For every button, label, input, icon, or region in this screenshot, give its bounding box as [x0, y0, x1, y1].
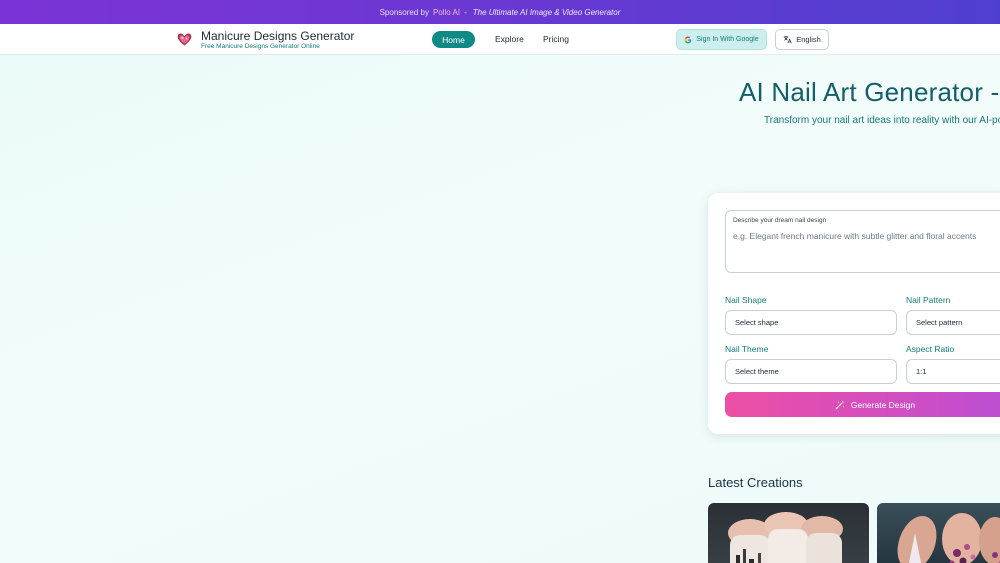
sponsor-brand-link[interactable]: Pollo AI — [433, 8, 460, 17]
site-title[interactable]: Manicure Designs Generator — [201, 29, 354, 43]
sponsor-bar: Sponsored by Pollo AI - The Ultimate AI … — [0, 0, 1000, 24]
generator-form-card: Describe your dream nail design Nail Sha… — [708, 193, 1000, 434]
language-label: English — [796, 35, 821, 44]
nail-photo-image — [897, 513, 1000, 563]
sign-in-label: Sign In With Google — [696, 36, 759, 43]
creation-thumbnail[interactable] — [877, 503, 1000, 563]
prompt-label: Describe your dream nail design — [733, 217, 827, 224]
generate-label: Generate Design — [850, 399, 916, 410]
aspect-ratio-select[interactable]: 1:1 — [906, 359, 1000, 384]
aspect-ratio-label: Aspect Ratio — [906, 344, 955, 354]
creation-thumbnail[interactable] — [708, 503, 869, 563]
nail-shape-value: Select shape — [735, 318, 779, 327]
nail-theme-value: Select theme — [735, 367, 779, 376]
heart-nail-logo-icon[interactable] — [176, 31, 193, 48]
latest-creations-heading: Latest Creations — [708, 475, 803, 490]
prompt-textarea[interactable]: Describe your dream nail design — [725, 210, 1000, 273]
sponsor-separator: - — [464, 7, 467, 17]
nav-pricing[interactable]: Pricing — [543, 34, 569, 44]
translate-icon — [783, 36, 792, 44]
nail-pattern-label: Nail Pattern — [906, 295, 951, 305]
magic-wand-icon — [835, 400, 845, 409]
nav-explore[interactable]: Explore — [495, 34, 524, 44]
sponsor-prefix: Sponsored by — [379, 7, 429, 17]
prompt-input[interactable] — [733, 231, 1000, 241]
nail-pattern-value: Select pattern — [916, 318, 963, 327]
generate-design-button[interactable]: Generate Design — [725, 392, 1000, 417]
nav-home[interactable]: Home — [432, 31, 475, 48]
site-header: Manicure Designs Generator Free Manicure… — [0, 24, 1000, 55]
nail-theme-label: Nail Theme — [725, 344, 769, 354]
google-icon — [684, 35, 692, 43]
site-subtitle: Free Manicure Designs Generator Online — [201, 43, 320, 50]
language-selector[interactable]: English — [775, 29, 829, 50]
page-title: AI Nail Art Generator - C — [739, 77, 1000, 107]
nail-theme-select[interactable]: Select theme — [725, 359, 897, 384]
aspect-ratio-value: 1:1 — [916, 367, 927, 376]
page-subtitle: Transform your nail art ideas into reali… — [764, 115, 1000, 126]
nail-pattern-select[interactable]: Select pattern — [906, 310, 1000, 335]
nail-shape-select[interactable]: Select shape — [725, 310, 897, 335]
sponsor-tagline: The Ultimate AI Image & Video Generator — [472, 7, 621, 17]
nail-shape-label: Nail Shape — [725, 295, 767, 305]
nail-photo-image — [728, 512, 843, 563]
google-sign-in-button[interactable]: Sign In With Google — [676, 29, 767, 50]
